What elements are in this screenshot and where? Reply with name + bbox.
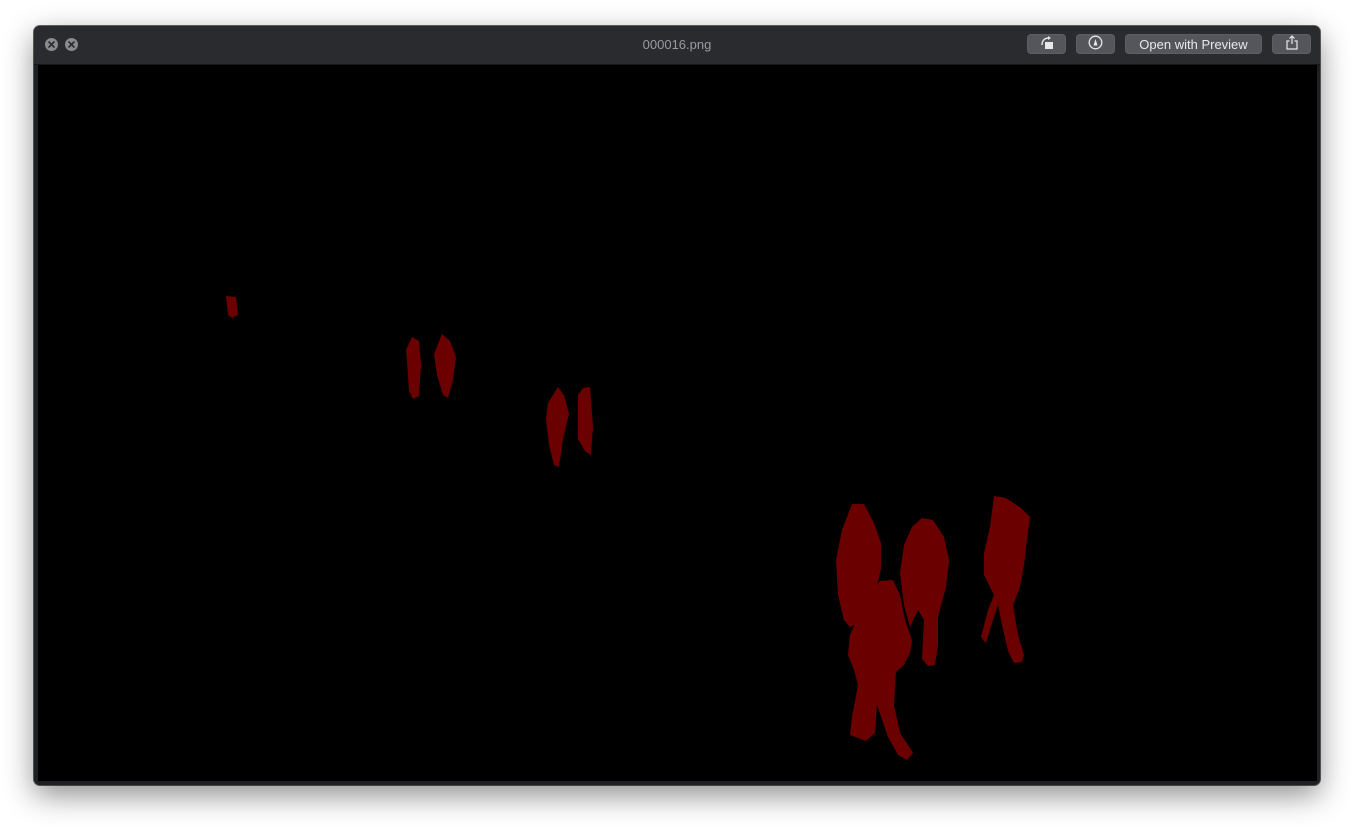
open-with-preview-button[interactable]: Open with Preview	[1125, 34, 1262, 54]
markup-button[interactable]	[1076, 34, 1115, 54]
close-icon	[48, 41, 55, 48]
close-button[interactable]	[45, 38, 58, 51]
share-icon	[1285, 35, 1298, 53]
fullscreen-button[interactable]	[65, 38, 78, 51]
title-bar[interactable]: 000016.png Open with Preview	[34, 26, 1320, 65]
quicklook-window: 000016.png Open with Preview	[34, 26, 1320, 785]
image-preview	[38, 65, 1317, 781]
markup-icon	[1088, 35, 1103, 53]
rotate-icon	[1039, 35, 1055, 53]
share-button[interactable]	[1272, 34, 1311, 54]
segmentation-mask-image	[38, 65, 1317, 781]
fullscreen-icon	[68, 41, 75, 48]
rotate-button[interactable]	[1027, 34, 1066, 54]
